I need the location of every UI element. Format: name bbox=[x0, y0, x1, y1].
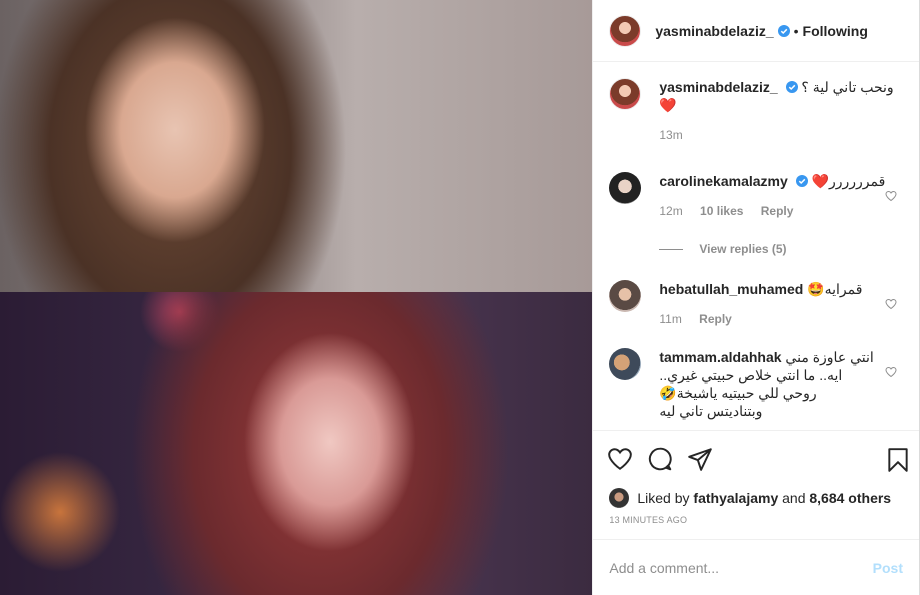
caption-time[interactable]: 13m bbox=[659, 128, 682, 142]
commenter-avatar[interactable] bbox=[609, 280, 642, 312]
like-comment-heart-icon[interactable] bbox=[885, 190, 897, 202]
view-replies-line bbox=[659, 248, 684, 250]
post-timestamp[interactable]: 13 MINUTES AGO bbox=[593, 509, 919, 535]
likes-summary: Liked by fathyalajamy and 8,684 others bbox=[593, 487, 919, 509]
comment-item: carolinekamalazmy قمرررررر❤️ 12m 10 like… bbox=[609, 172, 903, 218]
caption-username[interactable]: yasminabdelaziz_ bbox=[659, 79, 777, 95]
share-icon[interactable] bbox=[687, 446, 713, 472]
caption-emoji: ❤️ bbox=[659, 97, 677, 113]
caption-text: ونحب تاني لية ؟ bbox=[801, 79, 894, 95]
comment-icon[interactable] bbox=[647, 446, 673, 472]
liker-avatar[interactable] bbox=[609, 488, 630, 508]
instagram-post: yasminabdelaziz_ • Following yasminabdel… bbox=[0, 0, 920, 595]
author-avatar[interactable] bbox=[609, 14, 642, 47]
following-button[interactable]: Following bbox=[803, 23, 868, 39]
comment-text: قمرررررر❤️ bbox=[811, 173, 886, 189]
post-image[interactable] bbox=[0, 0, 593, 595]
add-comment-input[interactable]: Add a comment... bbox=[609, 560, 872, 576]
liker-username[interactable]: fathyalajamy bbox=[693, 490, 778, 506]
post-header: yasminabdelaziz_ • Following bbox=[593, 0, 919, 62]
likes-middle: and bbox=[782, 490, 806, 506]
likes-prefix: Liked by bbox=[637, 490, 690, 506]
comment-item: hebatullah_muhamed قمرايه🤩 11m Reply bbox=[609, 280, 903, 326]
like-comment-heart-icon[interactable] bbox=[885, 298, 897, 310]
verified-badge-icon bbox=[785, 81, 798, 93]
comment-text-line: روحي للي حبيتيه ياشيخة🤣 bbox=[659, 385, 817, 401]
comment-text-line: انتي عاوزة مني bbox=[785, 349, 874, 365]
comment-time[interactable]: 12m bbox=[659, 204, 682, 218]
comment-username[interactable]: tammam.aldahhak bbox=[659, 349, 781, 365]
image-frame-top bbox=[0, 0, 593, 292]
reply-button[interactable]: Reply bbox=[761, 204, 794, 218]
action-bar bbox=[593, 431, 919, 487]
comments-list[interactable]: yasminabdelaziz_ ونحب تاني لية ؟ ❤️ 13m bbox=[593, 62, 919, 431]
comment-text-line: ايه.. ما انتي خلاص حبيتي غيري.. bbox=[659, 367, 843, 383]
header-separator: • bbox=[793, 22, 799, 39]
verified-badge-icon bbox=[795, 175, 808, 187]
comment-text: قمرايه🤩 bbox=[807, 281, 863, 297]
comment-username[interactable]: carolinekamalazmy bbox=[659, 173, 787, 189]
caption-avatar[interactable] bbox=[609, 78, 642, 110]
like-comment-heart-icon[interactable] bbox=[885, 366, 897, 378]
heart-icon[interactable] bbox=[607, 446, 633, 472]
author-username[interactable]: yasminabdelaziz_ bbox=[655, 23, 773, 39]
view-replies-button[interactable]: View replies (5) bbox=[659, 242, 903, 256]
post-comment-button[interactable]: Post bbox=[873, 560, 903, 576]
view-replies-label: View replies (5) bbox=[699, 242, 787, 256]
comment-username[interactable]: hebatullah_muhamed bbox=[659, 281, 803, 297]
reply-button[interactable]: Reply bbox=[699, 312, 732, 326]
commenter-avatar[interactable] bbox=[609, 348, 642, 380]
comment-time[interactable]: 11m bbox=[659, 312, 681, 326]
caption: yasminabdelaziz_ ونحب تاني لية ؟ ❤️ 13m bbox=[609, 78, 903, 142]
likes-others[interactable]: 8,684 others bbox=[809, 490, 891, 506]
add-comment-bar: Add a comment... Post bbox=[593, 539, 919, 595]
comment-text-line: وبتناديتس تاني ليه bbox=[659, 403, 763, 419]
comment-likes[interactable]: 10 likes bbox=[700, 204, 743, 218]
bookmark-icon[interactable] bbox=[885, 447, 911, 473]
post-sidebar: yasminabdelaziz_ • Following yasminabdel… bbox=[592, 0, 919, 595]
image-frame-bottom bbox=[0, 292, 593, 595]
comment-item: tammam.aldahhak انتي عاوزة مني ايه.. ما … bbox=[609, 348, 903, 420]
verified-badge-icon bbox=[777, 24, 790, 37]
commenter-avatar[interactable] bbox=[609, 172, 642, 204]
